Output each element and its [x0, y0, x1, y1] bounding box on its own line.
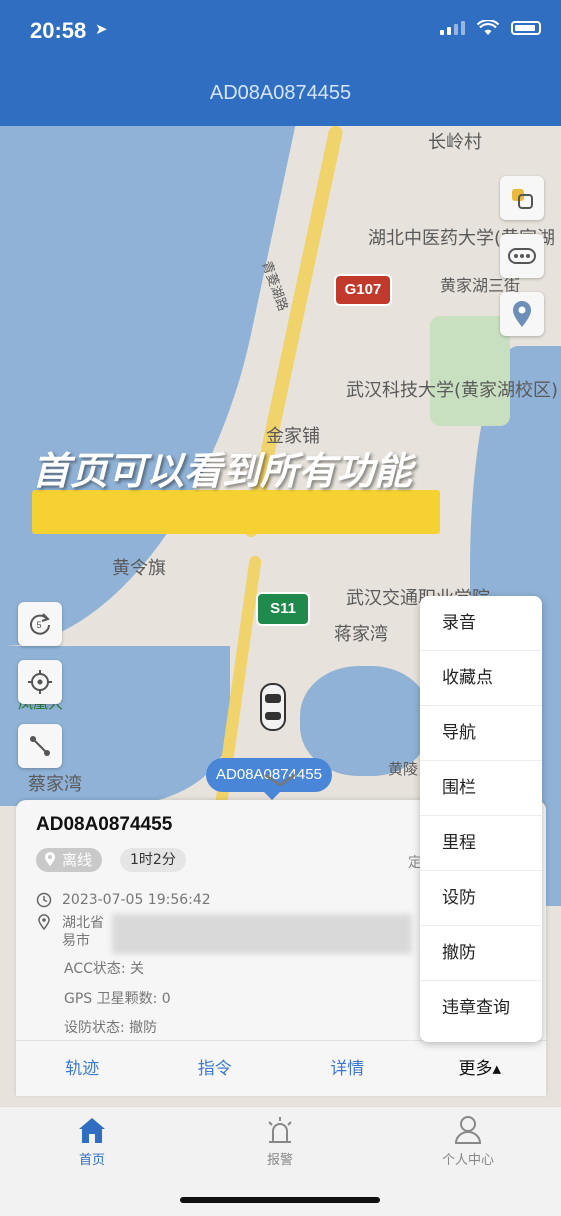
address-line-2: 易市	[62, 933, 90, 949]
status-badge: 离线	[36, 848, 103, 872]
location-arrow-icon: ➤	[95, 20, 108, 38]
wifi-icon	[477, 20, 499, 35]
map-label-wust: 武汉科技大学(黄家湖校区)	[346, 380, 559, 401]
car-icon[interactable]	[258, 682, 288, 732]
home-indicator	[180, 1197, 380, 1203]
route-button[interactable]	[18, 724, 62, 768]
location-pin-icon	[513, 301, 531, 327]
menu-item-fence[interactable]: 围栏	[420, 761, 542, 816]
gps-status: GPS 卫星颗数: 0	[64, 991, 171, 1007]
crosshair-icon	[28, 670, 52, 694]
defense-status: 设防状态: 撤防	[64, 1020, 158, 1036]
tab-profile[interactable]: 个人中心	[408, 1115, 528, 1168]
tab-home-label: 首页	[78, 1153, 105, 1168]
refresh-timer-button[interactable]: 5	[18, 602, 62, 646]
clock-icon	[36, 892, 52, 908]
more-button[interactable]: 更多▴	[414, 1041, 547, 1097]
layers-icon	[512, 189, 533, 209]
tab-home[interactable]: 首页	[32, 1115, 152, 1168]
my-location-button[interactable]	[500, 292, 544, 336]
map-label-caijiawan: 蔡家湾	[28, 774, 82, 795]
timestamp: 2023-07-05 19:56:42	[62, 892, 211, 908]
park-area	[430, 316, 510, 426]
layer-toggle-button[interactable]	[500, 176, 544, 220]
tab-alarm[interactable]: 报警	[220, 1115, 340, 1168]
menu-item-favorites[interactable]: 收藏点	[420, 651, 542, 706]
menu-item-disarm[interactable]: 撤防	[420, 926, 542, 981]
details-button[interactable]: 详情	[281, 1041, 414, 1097]
locate-device-button[interactable]	[18, 660, 62, 704]
map-label-huangling: 黄陵	[388, 760, 419, 778]
traffic-button[interactable]	[500, 234, 544, 278]
person-icon	[454, 1116, 482, 1144]
menu-item-recording[interactable]: 录音	[420, 596, 542, 651]
route-icon	[30, 736, 50, 756]
more-menu: 录音 收藏点 导航 围栏 里程 设防 撤防 违章查询	[420, 596, 542, 1042]
menu-item-navigation[interactable]: 导航	[420, 706, 542, 761]
address-row: 湖北省 易市	[36, 914, 104, 950]
tab-bar: 首页 报警 个人中心	[0, 1106, 561, 1216]
overlay-caption: 首页可以看到所有功能	[32, 449, 413, 493]
device-id: AD08A0874455	[36, 814, 173, 835]
battery-icon	[511, 21, 541, 35]
status-bar: 20:58 ➤	[0, 0, 561, 60]
timestamp-row: 2023-07-05 19:56:42	[36, 892, 211, 908]
location-pin-icon	[45, 852, 55, 866]
status-text: 离线	[62, 851, 93, 869]
refresh-icon: 5	[30, 613, 50, 635]
menu-item-violation-query[interactable]: 违章查询	[420, 981, 542, 1035]
map-label-changling: 长岭村	[428, 132, 482, 153]
svg-text:5: 5	[37, 620, 42, 630]
map-label-huanglingqi: 黄令旗	[112, 558, 166, 579]
page-title: AD08A0874455	[209, 82, 352, 104]
menu-item-mileage[interactable]: 里程	[420, 816, 542, 871]
status-icons	[440, 20, 541, 36]
alarm-light-icon	[268, 1117, 292, 1143]
action-bar: 轨迹 指令 详情 更多▴	[16, 1040, 546, 1097]
tab-profile-label: 个人中心	[441, 1153, 494, 1168]
address-line-1: 湖北省	[62, 915, 104, 931]
map-label-qingling-road: 青菱湖路	[258, 259, 291, 314]
location-pin-icon	[38, 914, 50, 930]
collapse-chevron-icon[interactable]	[262, 772, 298, 788]
home-icon	[79, 1118, 105, 1143]
menu-item-arm[interactable]: 设防	[420, 871, 542, 926]
cellular-signal-icon	[440, 21, 465, 35]
s11-shield: S11	[256, 592, 310, 626]
status-time: 20:58	[30, 18, 87, 43]
map-label-jiangjiawan: 蒋家湾	[334, 624, 388, 645]
track-button[interactable]: 轨迹	[16, 1041, 149, 1097]
offline-duration: 1时2分	[120, 848, 186, 872]
nav-bar: AD08A0874455	[0, 60, 561, 126]
tab-alarm-label: 报警	[266, 1153, 293, 1168]
g107-shield: G107	[334, 274, 392, 306]
caption-highlight	[32, 490, 440, 534]
more-dots-icon	[508, 248, 536, 264]
acc-status: ACC状态: 关	[64, 961, 145, 977]
command-button[interactable]: 指令	[149, 1041, 282, 1097]
address-blur	[112, 914, 412, 954]
